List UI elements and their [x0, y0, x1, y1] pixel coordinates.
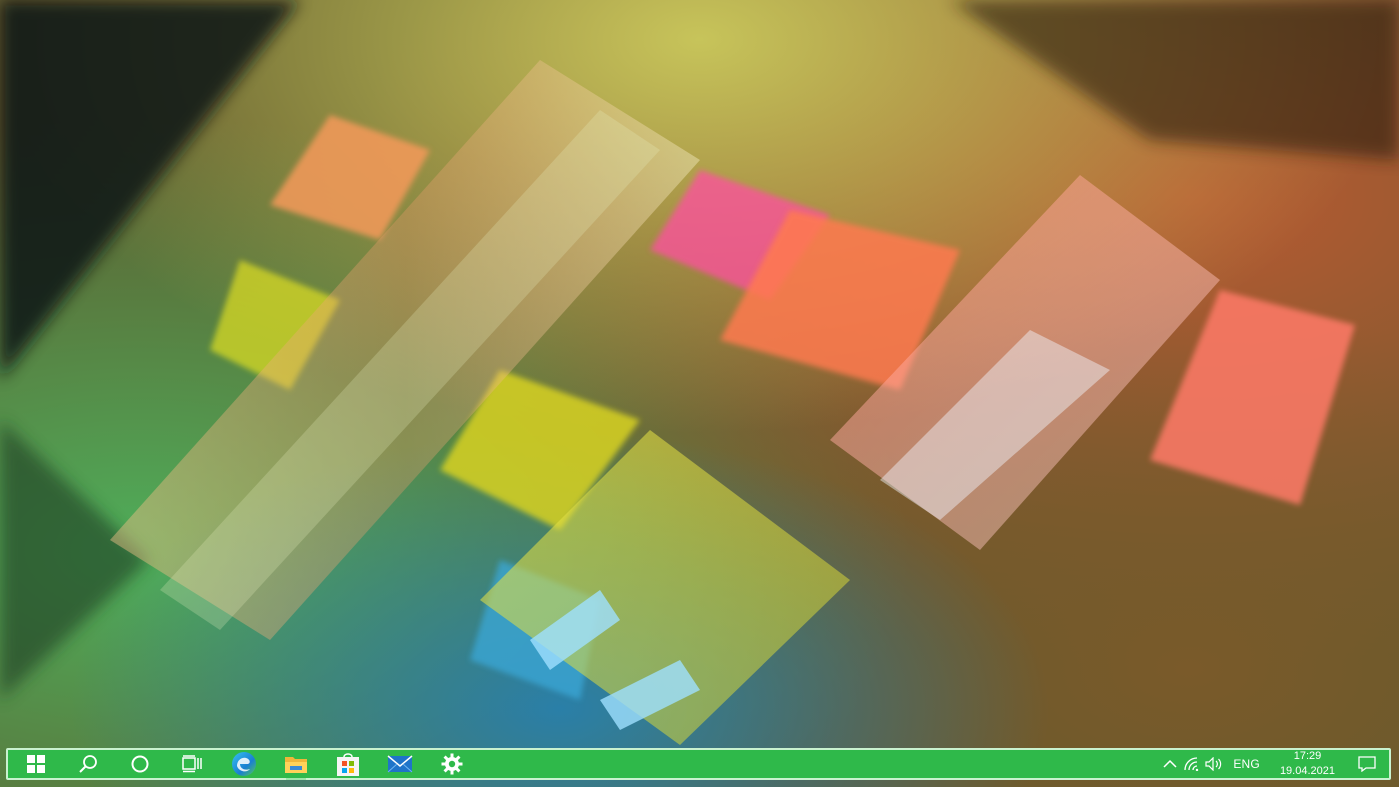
clock-button[interactable]: 17:29 19.04.2021 [1270, 749, 1345, 779]
clock-time: 17:29 [1293, 750, 1322, 762]
chevron-up-icon [1163, 759, 1177, 768]
taskbar-pinned-apps [8, 750, 478, 780]
system-tray: ENG 17:29 19.04.2021 [1159, 750, 1389, 778]
settings-button[interactable] [426, 750, 478, 778]
task-view-button[interactable] [166, 750, 218, 778]
edge-button[interactable] [218, 750, 270, 778]
taskbar: ENG 17:29 19.04.2021 [6, 748, 1391, 780]
input-language-indicator[interactable]: ENG [1225, 757, 1270, 771]
file-explorer-button[interactable] [270, 750, 322, 780]
action-center-button[interactable] [1345, 750, 1389, 778]
cortana-button[interactable] [114, 750, 166, 778]
store-bag-icon [337, 753, 359, 776]
wifi-icon [1184, 757, 1199, 771]
speaker-icon [1205, 757, 1222, 771]
task-view-icon [182, 755, 202, 773]
desktop-wallpaper [0, 0, 1399, 787]
mail-envelope-icon [387, 755, 413, 773]
edge-browser-icon [232, 752, 256, 776]
running-indicator [286, 778, 306, 780]
gear-icon [441, 753, 463, 775]
desktop: ENG 17:29 19.04.2021 [0, 0, 1399, 787]
clock-date: 19.04.2021 [1279, 765, 1335, 777]
circle-icon [131, 755, 149, 773]
windows-logo-icon [27, 755, 45, 773]
folder-icon [285, 757, 307, 773]
search-button[interactable] [62, 750, 114, 778]
volume-button[interactable] [1203, 750, 1225, 778]
store-button[interactable] [322, 750, 374, 778]
mail-button[interactable] [374, 750, 426, 778]
search-icon [79, 755, 97, 773]
network-button[interactable] [1181, 750, 1203, 778]
show-hidden-icons-button[interactable] [1159, 750, 1181, 778]
action-center-icon [1358, 756, 1376, 772]
start-button[interactable] [10, 750, 62, 778]
